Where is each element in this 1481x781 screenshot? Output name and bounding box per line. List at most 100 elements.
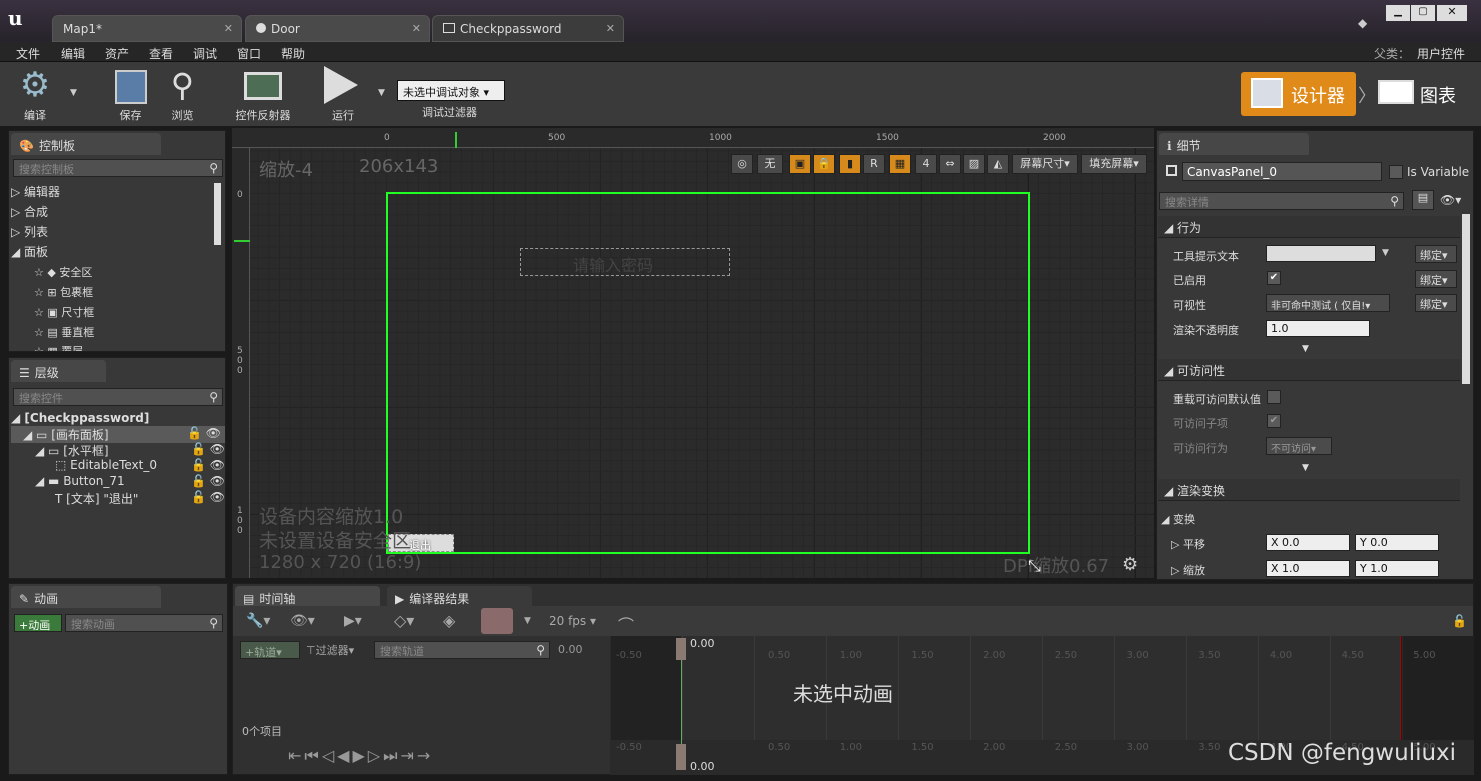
tab-palette[interactable]: 🎨 控制板: [11, 133, 161, 155]
menu-window[interactable]: 窗口: [237, 45, 261, 62]
parent-class-link[interactable]: 用户控件: [1417, 45, 1465, 62]
snap-icon[interactable]: ◈: [443, 611, 455, 630]
unreal-logo-icon[interactable]: u: [8, 6, 32, 30]
property-matrix-icon[interactable]: ▤: [1412, 190, 1434, 210]
hierarchy-node[interactable]: ◢ ▭ [水平框] 🔓 👁: [35, 442, 225, 459]
lock-eye-icon[interactable]: 🔓 👁: [191, 490, 225, 504]
lock-eye-icon[interactable]: 🔓 👁: [191, 474, 225, 488]
tab-details[interactable]: ℹ 细节: [1159, 133, 1309, 155]
playhead-handle-bottom[interactable]: [676, 744, 686, 770]
grid-button[interactable]: ▦: [889, 154, 911, 174]
details-search-input[interactable]: 搜索详情 ⚲: [1159, 192, 1404, 210]
loop-icon[interactable]: →: [417, 746, 433, 765]
play-button[interactable]: 运行: [318, 66, 368, 123]
section-behavior[interactable]: ◢ 行为: [1158, 216, 1460, 238]
record-button[interactable]: [481, 608, 513, 634]
browse-button[interactable]: ⚲ 浏览: [160, 66, 205, 123]
expand-arrow-icon[interactable]: ▼: [1302, 463, 1309, 473]
screen-size-dropdown[interactable]: 屏幕尺寸▾: [1012, 154, 1078, 174]
outline-button[interactable]: ▮: [839, 154, 861, 174]
play-options-icon[interactable]: ▶▾: [344, 613, 362, 629]
opacity-field[interactable]: 1.0: [1266, 320, 1370, 337]
enabled-checkbox[interactable]: ✔: [1267, 271, 1281, 285]
next-key-icon[interactable]: ⏭: [383, 746, 400, 765]
prev-key-icon[interactable]: ⏮: [304, 746, 321, 765]
search-icon[interactable]: ⚲: [536, 643, 545, 657]
palette-item[interactable]: ☆ ◆ 安全区: [34, 264, 92, 280]
tab-map1[interactable]: Map1* ✕: [52, 15, 242, 42]
menu-debug[interactable]: 调试: [193, 45, 217, 62]
mirror-button[interactable]: ◭: [987, 154, 1009, 174]
menu-help[interactable]: 帮助: [281, 45, 305, 62]
current-time-field[interactable]: 0.00: [558, 643, 583, 656]
palette-category[interactable]: ▷ 编辑器: [11, 183, 60, 200]
override-access-checkbox[interactable]: [1267, 390, 1281, 404]
close-icon[interactable]: ✕: [606, 22, 615, 35]
resize-button[interactable]: ⇔: [939, 154, 961, 174]
section-accessibility[interactable]: ◢ 可访问性: [1158, 359, 1460, 381]
lock-eye-icon[interactable]: 🔓 👁: [187, 426, 221, 440]
tab-checkppassword[interactable]: Checkppassword ✕: [432, 15, 624, 42]
scale-x-field[interactable]: X 1.0: [1266, 560, 1350, 577]
filter-dropdown[interactable]: ⊤过滤器▾: [306, 642, 354, 658]
resize-handle-icon[interactable]: ⤡: [1028, 556, 1041, 576]
palette-category[interactable]: ◢ 面板: [11, 243, 48, 260]
palette-item[interactable]: ☆ ▣ 尺寸框: [34, 304, 94, 320]
chevron-down-icon[interactable]: ▼: [524, 616, 531, 626]
lock-icon[interactable]: 🔓: [1452, 614, 1467, 628]
search-icon[interactable]: ⚲: [1390, 194, 1399, 208]
is-variable-checkbox[interactable]: [1389, 165, 1403, 179]
widget-reflector-button[interactable]: 控件反射器: [228, 66, 298, 123]
compile-button[interactable]: ⚙ 编译: [10, 66, 60, 123]
notification-icon[interactable]: ◆: [1358, 16, 1367, 30]
section-render-transform[interactable]: ◢ 渲染变换: [1158, 479, 1460, 501]
tab-timeline[interactable]: ▤ 时间轴: [235, 586, 380, 608]
frame-button[interactable]: ▣: [789, 154, 811, 174]
palette-item[interactable]: ☆ ▤ 垂直框: [34, 324, 94, 340]
grid-size-button[interactable]: 4: [915, 154, 937, 174]
scale-y-field[interactable]: Y 1.0: [1355, 560, 1439, 577]
expand-arrow-icon[interactable]: ▼: [1302, 344, 1309, 354]
tab-compiler-results[interactable]: ▶ 编译器结果: [387, 586, 532, 608]
minimize-button[interactable]: ▁: [1386, 5, 1410, 21]
eye-icon[interactable]: 👁▾: [290, 613, 315, 629]
canvas-panel-frame[interactable]: [386, 192, 1030, 554]
widget-name-field[interactable]: CanvasPanel_0: [1182, 162, 1382, 181]
animation-search-input[interactable]: 搜索动画 ⚲: [65, 614, 223, 632]
track-search-input[interactable]: 搜索轨道 ⚲: [374, 641, 550, 659]
jump-start-icon[interactable]: ⇤: [288, 746, 304, 765]
hierarchy-node[interactable]: T [文本] "退出" 🔓 👁: [55, 490, 225, 507]
lock-button[interactable]: 🔒: [813, 154, 835, 174]
lock-eye-icon[interactable]: 🔓 👁: [191, 442, 225, 456]
lock-eye-icon[interactable]: 🔓 👁: [191, 458, 225, 472]
prev-frame-icon[interactable]: ◁: [322, 746, 337, 765]
bind-button[interactable]: 绑定▾: [1415, 294, 1457, 312]
designer-mode-button[interactable]: 设计器: [1241, 72, 1356, 116]
close-icon[interactable]: ✕: [412, 22, 421, 35]
add-animation-button[interactable]: +动画: [14, 614, 62, 632]
bind-button[interactable]: 绑定▾: [1415, 270, 1457, 288]
visibility-dropdown[interactable]: 非可命中测试 ( 仅自!▾: [1266, 294, 1390, 312]
designer-canvas[interactable]: 0 500 1000 1500 2000 0 500 100 缩放-4 206x…: [232, 128, 1154, 578]
debug-object-dropdown[interactable]: 未选中调试对象 ▾: [397, 80, 505, 101]
wrench-icon[interactable]: 🔧▾: [246, 613, 270, 629]
tab-animations[interactable]: ✎ 动画: [11, 586, 161, 608]
palette-category[interactable]: ▷ 列表: [11, 223, 48, 240]
next-frame-icon[interactable]: ▷: [368, 746, 383, 765]
save-button[interactable]: 保存: [108, 66, 153, 123]
key-icon[interactable]: ◇▾: [394, 611, 414, 630]
hierarchy-root[interactable]: ◢ [Checkppassword]: [11, 411, 149, 425]
search-icon[interactable]: ⚲: [209, 161, 218, 175]
maximize-button[interactable]: ▢: [1411, 5, 1435, 21]
eye-icon[interactable]: 👁▾: [1440, 193, 1461, 207]
menu-view[interactable]: 查看: [149, 45, 173, 62]
tab-hierarchy[interactable]: ☰ 层级: [11, 360, 106, 382]
tooltip-field[interactable]: [1266, 245, 1376, 262]
play-icon[interactable]: ▶: [352, 746, 367, 765]
hierarchy-node[interactable]: ◢ ▬ Button_71 🔓 👁: [35, 474, 225, 488]
search-icon[interactable]: ⚲: [209, 390, 218, 404]
bind-button[interactable]: 绑定▾: [1415, 245, 1457, 263]
hierarchy-search-input[interactable]: 搜索控件 ⚲: [13, 388, 223, 406]
menu-file[interactable]: 文件: [16, 45, 40, 62]
hierarchy-node-canvas[interactable]: ◢ ▭ [画布面板] 🔓 👁: [11, 426, 225, 443]
